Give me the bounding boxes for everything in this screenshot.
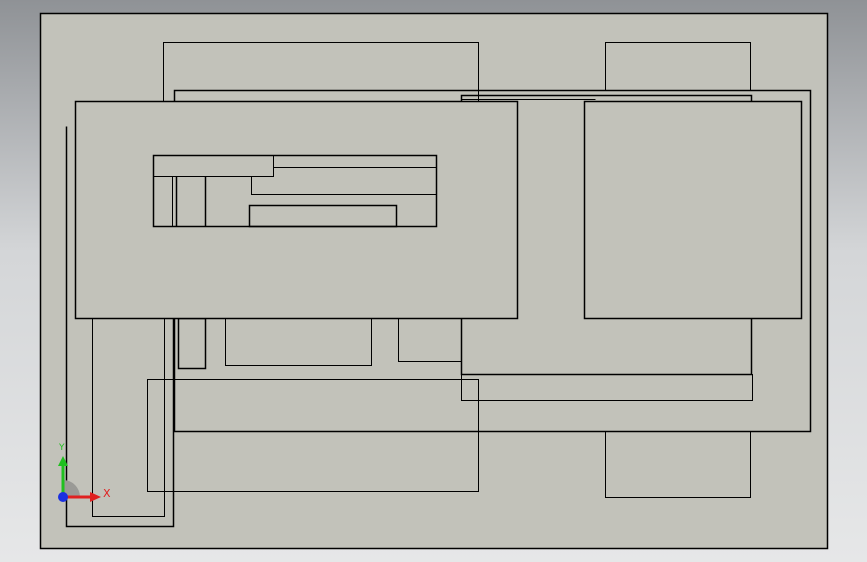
triad-x-label: X (103, 487, 111, 500)
graphics-viewport[interactable]: Y X (0, 0, 867, 562)
triad-y-label: Y (59, 443, 65, 453)
left-panel (74, 100, 519, 320)
z-axis-dot-icon (58, 492, 68, 502)
right-panel (583, 100, 803, 320)
cad-model-drawing[interactable] (0, 0, 867, 562)
